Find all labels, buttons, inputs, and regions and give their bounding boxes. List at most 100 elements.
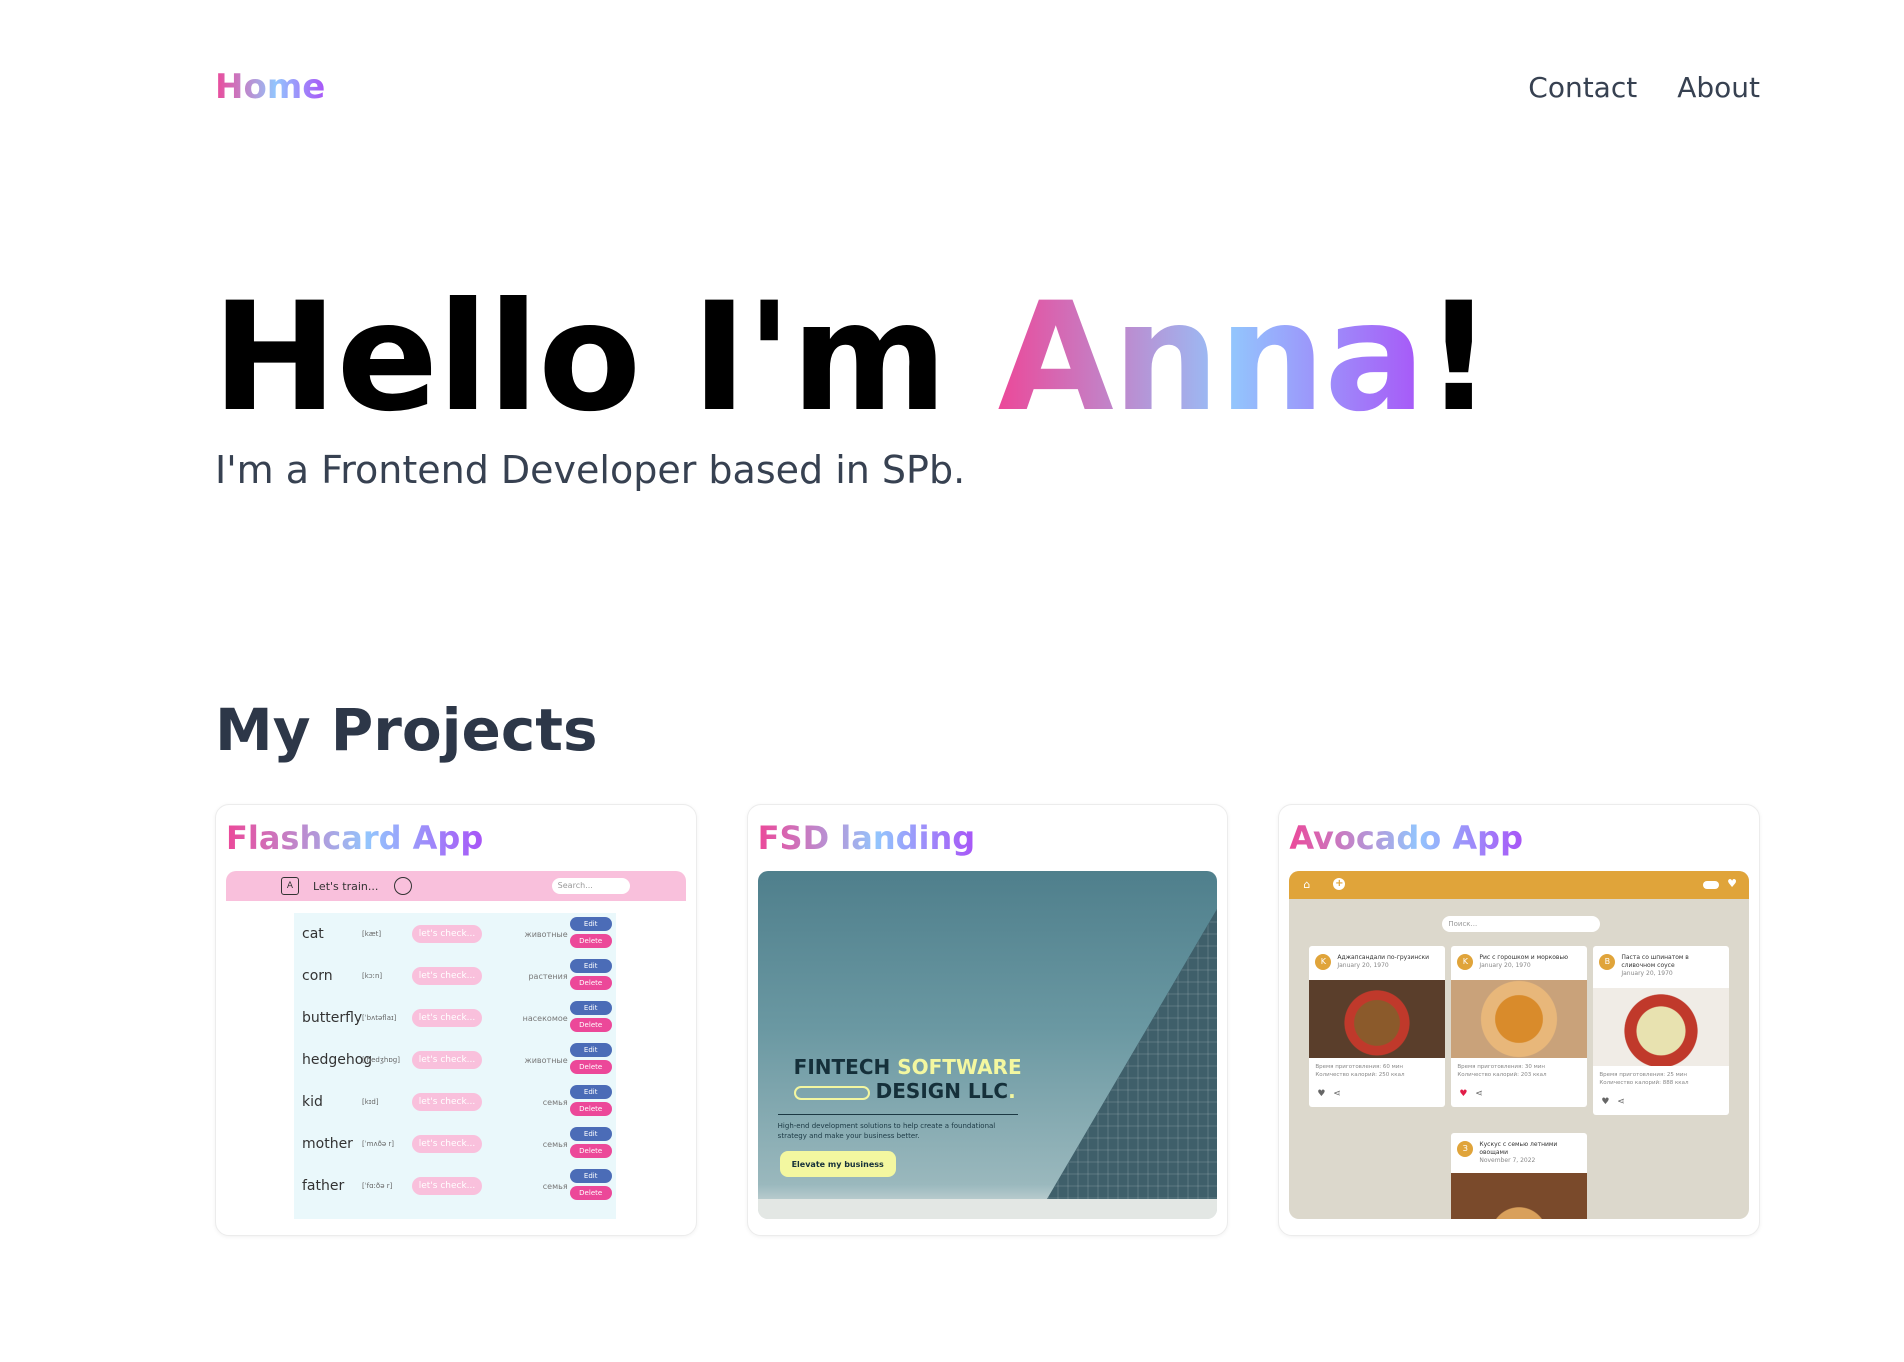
fsd-footer-strip [757,1199,1218,1219]
recipe-meta: Время приготовления: 30 мин [1457,1064,1545,1070]
fsd-headline: FINTECH SOFTWARE DESIGN LLC. [793,1055,1022,1103]
recipe-title: Рис с горошком и морковью [1479,954,1569,961]
project-thumbnail: ⌂ + ♥ Поиск... K Аджапсандали по-грузинск… [1289,871,1750,1219]
recipe-title: Паста со шпинатом в сливочном соусе [1621,954,1689,969]
hero-title: Hello I'm Anna! [212,271,1493,445]
edit-button: Edit [569,1043,612,1057]
recipe-card: K Рис с горошком и морковью January 20, 19… [1451,946,1588,1108]
list-item: kid [kɪd] let's check... семья Edit Delet… [294,1081,616,1123]
recipe-image [1593,988,1730,1066]
hero-subtitle: I'm a Frontend Developer based in SPb. [215,448,966,492]
category: семья [542,1181,568,1191]
recipe-title: Аджапсандали по-грузински [1337,954,1430,961]
avatar: K [1315,954,1332,970]
recipe-meta: Время приготовления: 25 мин [1599,1072,1687,1078]
check-field: let's check... [412,1135,482,1153]
delete-button: Delete [569,934,612,948]
recipe-image [1309,980,1446,1058]
about-link[interactable]: About [1677,71,1760,104]
project-thumbnail: A Let's train... Search... cat [kæt] let… [226,871,686,1219]
avatar: З [1457,1141,1474,1157]
check-field: let's check... [412,1009,482,1027]
home-icon: ⌂ [1303,878,1311,891]
word: butterfly [302,1010,363,1026]
heart-icon: ♥ [1601,1097,1610,1108]
category: животные [524,929,568,939]
edit-button: Edit [569,1085,612,1099]
word: cat [302,926,324,942]
delete-button: Delete [569,1018,612,1032]
list-item: father [ˈfɑːðə r] let's check... семья E… [294,1165,616,1207]
avatar: B [1599,954,1616,970]
word: mother [302,1136,353,1152]
top-nav: Home Contact About [215,62,1760,112]
delete-button: Delete [569,976,612,990]
fsd-headline-dot: . [1008,1079,1016,1103]
edit-button: Edit [569,917,612,931]
plus-icon: + [1333,878,1346,890]
recipe-card: З Кускус с семью летними овощами November … [1451,1133,1588,1219]
delete-button: Delete [569,1186,612,1200]
list-item: mother [ˈmʌðə r] let's check... семья Ed… [294,1123,616,1165]
transcription: [ˈmʌðə r] [362,1140,395,1148]
translate-icon: A [281,877,299,895]
word: father [302,1178,345,1194]
delete-button: Delete [569,1144,612,1158]
recipe-date: November 7, 2022 [1479,1156,1536,1164]
transcription: [ˈbʌtəflaɪ] [362,1014,397,1022]
heart-icon: ♥ [1317,1089,1326,1100]
avocado-search: Поиск... [1442,916,1601,932]
transcription: [kæt] [362,930,382,938]
project-title: FSD landing [757,819,976,857]
check-field: let's check... [412,925,482,943]
project-card-flashcard[interactable]: Flashcard App A Let's train... Search...… [215,804,697,1236]
word: kid [302,1094,323,1110]
recipe-date: January 20, 1970 [1479,961,1531,969]
project-title: Flashcard App [226,819,484,857]
recipe-image [1451,1173,1588,1219]
edit-button: Edit [569,1001,612,1015]
transcription: [ˈfɑːðə r] [362,1182,393,1190]
list-item: butterfly [ˈbʌtəflaɪ] let's check... нас… [294,997,616,1039]
flashcard-header: A Let's train... Search... [226,871,686,901]
delete-button: Delete [569,1060,612,1074]
recipe-meta: Количество калорий: 250 ккал [1315,1071,1405,1078]
flashcard-list: cat [kæt] let's check... животные Edit De… [294,913,616,1219]
transcription: [ˈhedʒhɒɡ] [362,1056,400,1064]
flashcard-search: Search... [551,878,630,894]
list-item: cat [kæt] let's check... животные Edit De… [294,913,616,955]
check-field: let's check... [412,1051,482,1069]
recipe-image [1451,980,1588,1058]
fsd-headline-part: FINTECH [793,1055,898,1079]
transcription: [kɔːn] [362,972,383,980]
delete-button: Delete [569,1102,612,1116]
recipe-card: K Аджапсандали по-грузински January 20, 19… [1309,946,1446,1108]
projects-heading: My Projects [215,696,598,764]
recipe-title: Кускус с семью летними овощами [1479,1141,1558,1156]
avatar: K [1457,954,1474,970]
heart-icon: ♥ [1459,1089,1468,1100]
edit-button: Edit [569,1169,612,1183]
nav-links: Contact About [1528,71,1760,104]
fsd-body: High-end development solutions to help c… [777,1122,996,1140]
word: hedgehog [302,1052,373,1068]
fsd-headline-part: DESIGN LLC [875,1079,1009,1103]
project-card-avocado[interactable]: Avocado App ⌂ + ♥ Поиск... K Аджапсандали… [1278,804,1761,1236]
recipe-meta: Количество калорий: 203 ккал [1457,1071,1547,1078]
fsd-cta-button: Elevate my business [779,1151,896,1177]
project-thumbnail: FINTECH SOFTWARE DESIGN LLC. High-end de… [757,871,1218,1219]
divider [777,1114,1018,1115]
project-title: Avocado App [1289,819,1523,857]
hero-name: Anna [997,271,1426,445]
project-card-fsd[interactable]: FSD landing FINTECH SOFTWARE DESIGN LLC.… [746,804,1229,1236]
share-icon: ⋖ [1333,1089,1341,1100]
home-link[interactable]: Home [215,67,325,107]
share-icon: ⋖ [1617,1097,1625,1108]
list-item: hedgehog [ˈhedʒhɒɡ] let's check... живот… [294,1039,616,1081]
recipe-card: B Паста со шпинатом в сливочном соусе Janu… [1593,946,1730,1116]
category: семья [542,1097,568,1107]
project-cards: Flashcard App A Let's train... Search...… [215,804,1761,1236]
contact-link[interactable]: Contact [1528,71,1637,104]
avocado-header: ⌂ + ♥ [1289,871,1750,899]
pill-shape [793,1085,870,1100]
